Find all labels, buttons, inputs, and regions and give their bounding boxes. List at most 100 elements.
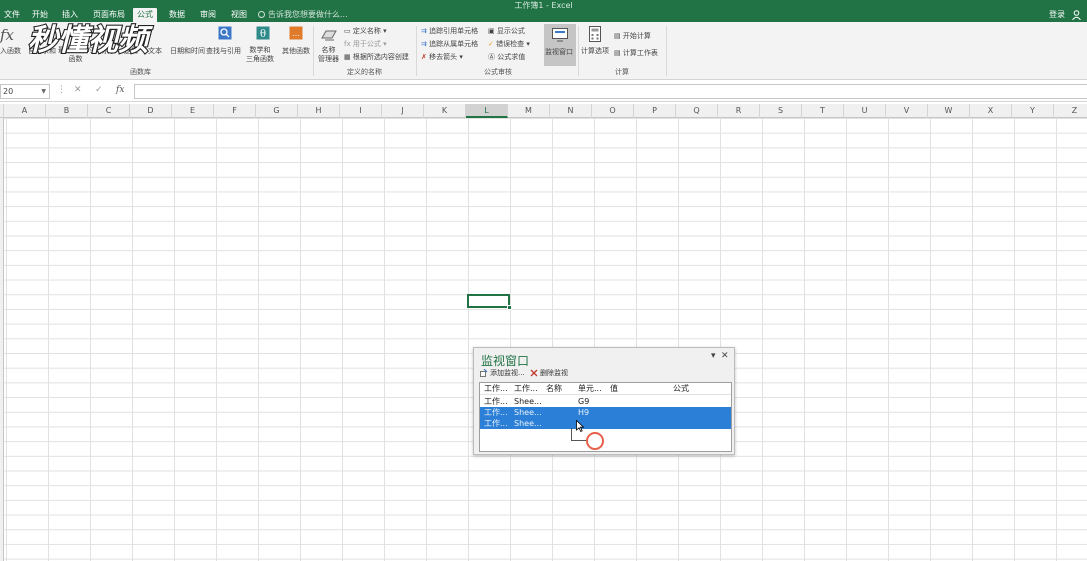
watch-window-title: 监视窗口 xyxy=(481,354,530,368)
remove-arrows-button[interactable]: ✗ 移去箭头 ▾ xyxy=(421,52,463,62)
evaluate-icon: Ⓐ xyxy=(488,53,498,61)
sign-in-link[interactable]: 登录 xyxy=(1049,8,1065,22)
header-sheet[interactable]: 工作... xyxy=(514,383,538,395)
show-formulas-button[interactable]: ▣ 显示公式 xyxy=(488,26,525,36)
watch-row-selected[interactable]: 工作... Shee... xyxy=(480,418,731,429)
user-icon[interactable] xyxy=(1072,10,1081,20)
name-manager-icon xyxy=(321,30,337,41)
more-functions-icon: … xyxy=(289,26,303,40)
formula-input[interactable] xyxy=(134,84,1087,99)
confirm-entry-button[interactable]: ✓ xyxy=(95,85,103,95)
name-manager-button[interactable]: 名称 管理器 xyxy=(318,46,339,64)
title-bar: 工作簿1 - Excel 文件 开始 插入 页面布局 公式 数据 审阅 视图 告… xyxy=(0,0,1087,22)
name-box[interactable]: 20 ▼ xyxy=(0,84,50,99)
column-header-c[interactable]: C xyxy=(88,104,130,118)
header-formula[interactable]: 公式 xyxy=(673,383,689,395)
delete-watch-button[interactable]: 删除监视 xyxy=(530,368,568,378)
column-headers: ABCDEFGHIJKLMNOPQRSTUVWXYZ xyxy=(0,104,1087,118)
remove-arrows-label: 移去箭头 xyxy=(429,53,458,61)
define-name-button[interactable]: ▭ 定义名称 ▾ xyxy=(344,26,387,36)
column-header-g[interactable]: G xyxy=(256,104,298,118)
watch-window-button[interactable]: 监视窗口 xyxy=(544,24,576,66)
column-header-f[interactable]: F xyxy=(214,104,256,118)
tell-me-text: 告诉我您想要做什么... xyxy=(268,10,348,19)
mouse-cursor-icon xyxy=(576,420,584,432)
watch-window[interactable]: 监视窗口 ▾ ✕ 添加监视... 删除监视 工作... 工作... 名称 单元.… xyxy=(473,347,735,455)
column-header-h[interactable]: H xyxy=(298,104,340,118)
header-value[interactable]: 值 xyxy=(610,383,618,395)
watch-row-selected[interactable]: 工作... Shee... H9 xyxy=(480,407,731,418)
chevron-down-icon: ▾ xyxy=(457,53,463,61)
active-cell[interactable] xyxy=(467,294,512,310)
row-sheet: Shee... xyxy=(514,419,542,428)
column-header-e[interactable]: E xyxy=(172,104,214,118)
watch-list[interactable]: 工作... 工作... 名称 单元... 值 公式 工作... Shee... … xyxy=(479,382,732,452)
column-header-i[interactable]: I xyxy=(340,104,382,118)
column-header-v[interactable]: V xyxy=(886,104,928,118)
use-in-formula-button[interactable]: fx 用于公式 ▾ xyxy=(344,39,387,49)
evaluate-formula-button[interactable]: Ⓐ 公式求值 xyxy=(488,52,525,62)
column-header-d[interactable]: D xyxy=(130,104,172,118)
grid-icon: ▦ xyxy=(344,53,353,61)
tab-review[interactable]: 审阅 xyxy=(196,8,220,22)
calculator-icon xyxy=(589,26,601,42)
column-header-k[interactable]: K xyxy=(424,104,466,118)
column-header-t[interactable]: T xyxy=(802,104,844,118)
watch-row[interactable]: 工作... Shee... G9 xyxy=(480,396,731,407)
cancel-entry-button[interactable]: ✕ xyxy=(74,85,82,95)
column-header-x[interactable]: X xyxy=(970,104,1012,118)
column-header-u[interactable]: U xyxy=(844,104,886,118)
column-header-y[interactable]: Y xyxy=(1012,104,1054,118)
column-header-o[interactable]: O xyxy=(592,104,634,118)
more-functions-button[interactable]: 其他函数 xyxy=(282,46,310,56)
insert-function-icon[interactable]: fx xyxy=(0,26,14,44)
add-watch-button[interactable]: 添加监视... xyxy=(480,368,525,378)
chevron-down-icon: ▾ xyxy=(380,27,387,35)
delete-watch-icon xyxy=(530,369,538,377)
row-sheet: Shee... xyxy=(514,397,542,406)
column-header-p[interactable]: P xyxy=(634,104,676,118)
trace-precedents-button[interactable]: ⇉ 追踪引用单元格 xyxy=(421,26,478,36)
column-header-z[interactable]: Z xyxy=(1054,104,1087,118)
window-title: 工作簿1 - Excel xyxy=(514,1,573,10)
calculate-now-button[interactable]: ▤ 开始计算 xyxy=(614,31,651,41)
fill-handle[interactable] xyxy=(507,305,512,310)
calculation-options-button[interactable]: 计算选项 xyxy=(581,46,609,56)
lookup-reference-icon xyxy=(218,26,232,40)
trace-dependents-label: 追踪从属单元格 xyxy=(429,40,479,48)
column-header-q[interactable]: Q xyxy=(676,104,718,118)
close-icon[interactable]: ✕ xyxy=(721,351,729,361)
group-separator xyxy=(578,26,579,76)
column-header-j[interactable]: J xyxy=(382,104,424,118)
column-header-w[interactable]: W xyxy=(928,104,970,118)
lookup-reference-button[interactable]: 查找与引用 xyxy=(206,46,241,56)
header-cell[interactable]: 单元... xyxy=(578,383,602,395)
name-box-value: 20 xyxy=(3,87,14,96)
calculate-sheet-button[interactable]: ▤ 计算工作表 xyxy=(614,48,658,58)
create-from-selection-button[interactable]: ▦ 根据所选内容创建 xyxy=(344,52,409,62)
group-separator xyxy=(416,26,417,76)
chevron-down-icon: ▾ xyxy=(380,40,387,48)
column-header-a[interactable]: A xyxy=(4,104,46,118)
column-header-l[interactable]: L xyxy=(466,104,508,118)
chevron-down-icon: ▾ xyxy=(524,40,530,48)
math-trig-icon: θ xyxy=(256,26,270,40)
column-header-r[interactable]: R xyxy=(718,104,760,118)
error-checking-button[interactable]: ✓ 错误检查 ▾ xyxy=(488,39,530,49)
header-name[interactable]: 名称 xyxy=(546,383,562,395)
tab-view[interactable]: 视图 xyxy=(227,8,251,22)
column-header-n[interactable]: N xyxy=(550,104,592,118)
calculation-group-label: 计算 xyxy=(615,68,629,76)
column-header-m[interactable]: M xyxy=(508,104,550,118)
tell-me-search[interactable]: 告诉我您想要做什么... xyxy=(258,8,348,22)
trace-dependents-button[interactable]: ⇉ 追踪从属单元格 xyxy=(421,39,478,49)
window-options-icon[interactable]: ▾ xyxy=(711,351,716,361)
tab-file[interactable]: 文件 xyxy=(0,8,24,22)
worksheet-grid[interactable] xyxy=(4,118,1087,561)
column-header-b[interactable]: B xyxy=(46,104,88,118)
header-book[interactable]: 工作... xyxy=(484,383,508,395)
insert-function-button[interactable]: 入函数 xyxy=(0,46,21,56)
insert-function-fx-button[interactable]: fx xyxy=(116,85,124,95)
column-header-s[interactable]: S xyxy=(760,104,802,118)
math-trig-button[interactable]: 数学和 三角函数 xyxy=(246,46,274,64)
